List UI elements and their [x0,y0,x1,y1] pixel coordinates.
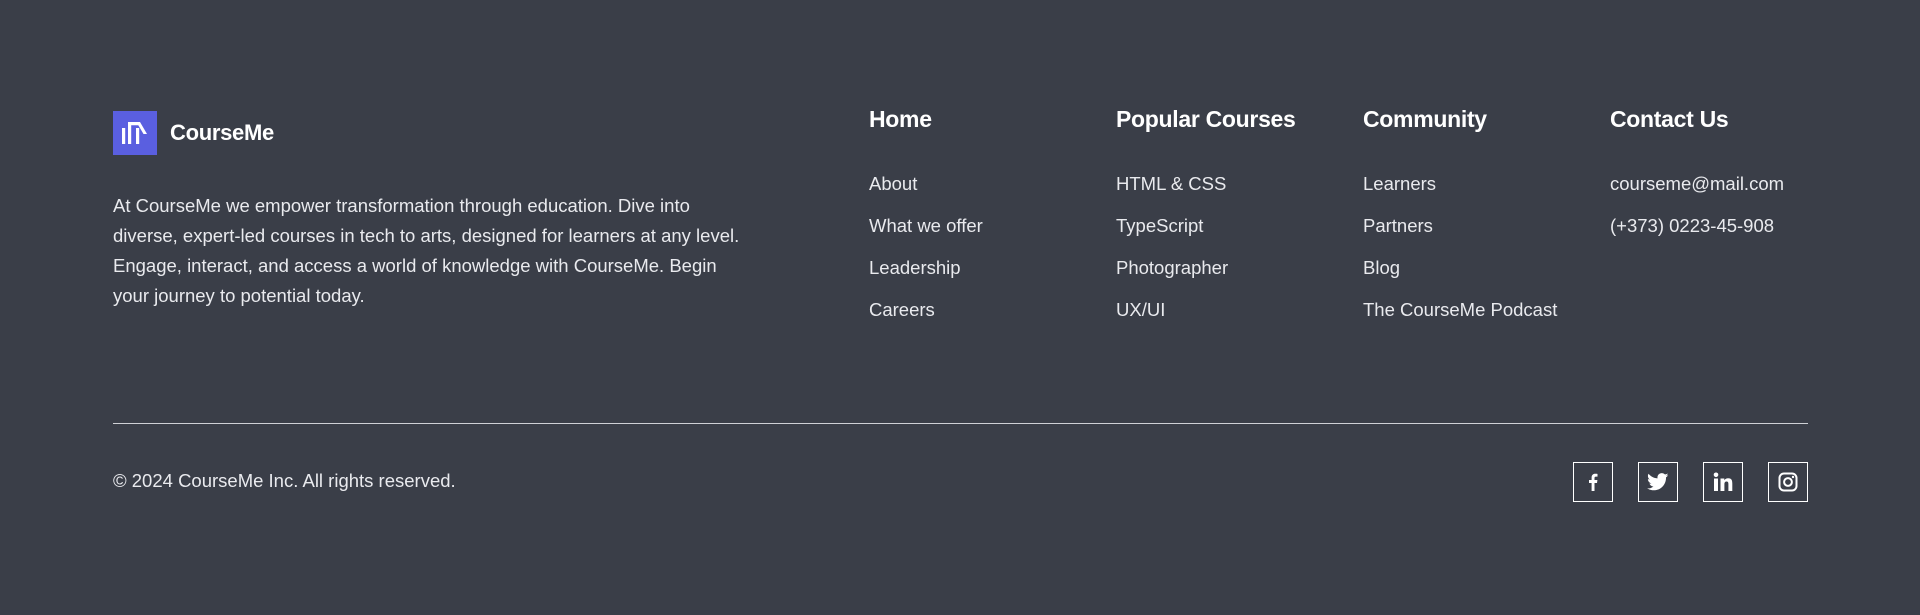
column-links: courseme@mail.com (+373) 0223-45-908 [1610,173,1784,257]
footer-link-about[interactable]: About [869,173,983,215]
footer-link-podcast[interactable]: The CourseMe Podcast [1363,299,1557,341]
footer-link-photographer[interactable]: Photographer [1116,257,1296,299]
footer-link-what-we-offer[interactable]: What we offer [869,215,983,257]
footer-link-careers[interactable]: Careers [869,299,983,341]
twitter-icon [1647,473,1669,491]
contact-phone-link[interactable]: (+373) 0223-45-908 [1610,215,1784,257]
column-links: HTML & CSS TypeScript Photographer UX/UI [1116,173,1296,341]
footer-link-learners[interactable]: Learners [1363,173,1557,215]
brand-name: CourseMe [170,120,274,145]
footer-link-leadership[interactable]: Leadership [869,257,983,299]
column-links: About What we offer Leadership Careers [869,173,983,341]
footer-link-typescript[interactable]: TypeScript [1116,215,1296,257]
footer-column-contact: Contact Us courseme@mail.com (+373) 0223… [1610,106,1784,257]
footer-link-partners[interactable]: Partners [1363,215,1557,257]
footer-column-community: Community Learners Partners Blog The Cou… [1363,106,1557,341]
copyright-text: © 2024 CourseMe Inc. All rights reserved… [113,470,456,491]
site-footer: CourseMe At CourseMe we empower transfor… [0,0,1920,615]
column-heading: Contact Us [1610,106,1729,132]
column-heading: Popular Courses [1116,106,1296,132]
instagram-icon [1778,472,1798,492]
column-links: Learners Partners Blog The CourseMe Podc… [1363,173,1557,341]
footer-column-popular-courses: Popular Courses HTML & CSS TypeScript Ph… [1116,106,1296,341]
footer-link-blog[interactable]: Blog [1363,257,1557,299]
facebook-button[interactable] [1573,462,1613,502]
column-heading: Community [1363,106,1487,132]
instagram-button[interactable] [1768,462,1808,502]
footer-link-ux-ui[interactable]: UX/UI [1116,299,1296,341]
facebook-icon [1589,473,1598,491]
social-links [1573,462,1808,502]
linkedin-icon [1713,472,1733,491]
linkedin-button[interactable] [1703,462,1743,502]
twitter-button[interactable] [1638,462,1678,502]
footer-column-home: Home About What we offer Leadership Care… [869,106,983,341]
footer-divider [113,423,1808,424]
contact-email-link[interactable]: courseme@mail.com [1610,173,1784,215]
about-description: At CourseMe we empower transformation th… [113,195,740,306]
footer-link-html-css[interactable]: HTML & CSS [1116,173,1296,215]
column-heading: Home [869,106,932,132]
courseme-logo-icon [113,111,157,155]
brand[interactable]: CourseMe [113,111,274,155]
